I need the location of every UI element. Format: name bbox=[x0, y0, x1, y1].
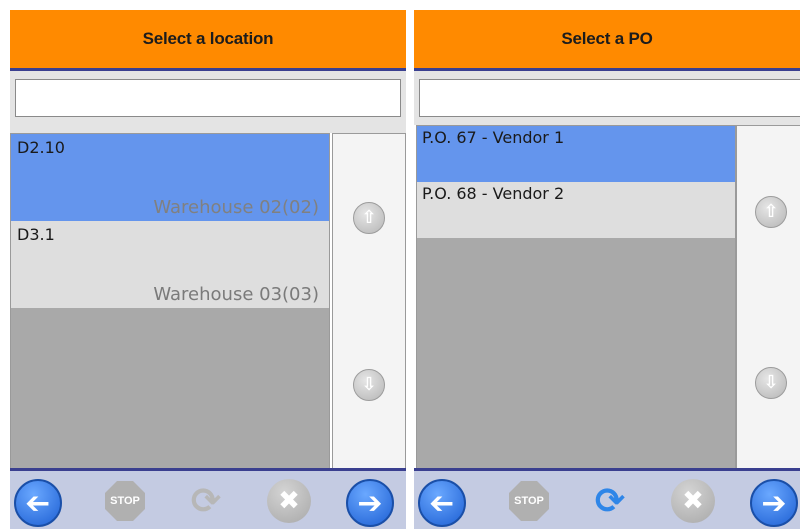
arrow-left-icon: ➔ bbox=[429, 485, 455, 521]
po-panel-header: Select a PO bbox=[414, 10, 800, 71]
po-label: P.O. 67 - Vendor 1 bbox=[422, 128, 565, 147]
stop-button[interactable]: STOP bbox=[103, 479, 147, 523]
arrow-right-icon: ➔ bbox=[357, 485, 383, 521]
po-item[interactable]: P.O. 67 - Vendor 1 bbox=[417, 126, 735, 182]
location-warehouse: Warehouse 03(03) bbox=[153, 284, 319, 305]
po-list[interactable]: P.O. 67 - Vendor 1 P.O. 68 - Vendor 2 bbox=[416, 125, 736, 469]
stop-icon: STOP bbox=[105, 481, 145, 521]
location-panel-header: Select a location bbox=[10, 10, 406, 71]
location-panel-title: Select a location bbox=[142, 29, 274, 48]
cancel-button[interactable]: ✖ bbox=[671, 479, 715, 523]
stop-label: STOP bbox=[110, 495, 140, 507]
close-icon: ✖ bbox=[682, 486, 704, 516]
arrow-down-icon: ⇩ bbox=[755, 366, 787, 399]
arrow-right-icon: ➔ bbox=[761, 485, 787, 521]
location-warehouse: Warehouse 02(02) bbox=[153, 197, 319, 218]
arrow-up-icon: ⇧ bbox=[353, 201, 385, 234]
refresh-button[interactable]: ⟳ bbox=[588, 479, 632, 523]
close-icon: ✖ bbox=[278, 486, 300, 516]
arrow-left-icon: ➔ bbox=[25, 485, 51, 521]
po-panel: Select a PO P.O. 67 - Vendor 1 P.O. 68 -… bbox=[414, 10, 800, 529]
location-code: D3.1 bbox=[17, 225, 55, 244]
stop-icon: STOP bbox=[509, 481, 549, 521]
location-search-bar bbox=[10, 71, 406, 133]
po-search-input[interactable] bbox=[419, 79, 800, 117]
location-item[interactable]: D2.10 Warehouse 02(02) bbox=[11, 134, 329, 221]
scroll-down-button[interactable]: ⇩ bbox=[737, 297, 800, 468]
po-label: P.O. 68 - Vendor 2 bbox=[422, 184, 565, 203]
location-item[interactable]: D3.1 Warehouse 03(03) bbox=[11, 221, 329, 308]
po-item[interactable]: P.O. 68 - Vendor 2 bbox=[417, 182, 735, 238]
po-scroll-controls: ⇧ ⇩ bbox=[736, 125, 800, 469]
back-button[interactable]: ➔ bbox=[14, 479, 62, 527]
forward-button[interactable]: ➔ bbox=[750, 479, 798, 527]
location-code: D2.10 bbox=[17, 138, 65, 157]
location-scroll-controls: ⇧ ⇩ bbox=[332, 133, 406, 469]
po-panel-title: Select a PO bbox=[561, 29, 653, 48]
cancel-button[interactable]: ✖ bbox=[267, 479, 311, 523]
back-button[interactable]: ➔ bbox=[418, 479, 466, 527]
refresh-icon: ⟳ bbox=[594, 480, 626, 522]
refresh-icon: ⟳ bbox=[190, 480, 222, 522]
stop-button[interactable]: STOP bbox=[507, 479, 551, 523]
po-search-bar bbox=[414, 71, 800, 125]
scroll-up-button[interactable]: ⇧ bbox=[737, 126, 800, 299]
location-list[interactable]: D2.10 Warehouse 02(02) D3.1 Warehouse 03… bbox=[10, 133, 330, 469]
po-toolbar: ➔ STOP ⟳ ✖ ➔ bbox=[414, 468, 800, 529]
location-toolbar: ➔ STOP ⟳ ✖ ➔ bbox=[10, 468, 406, 529]
stop-label: STOP bbox=[514, 495, 544, 507]
refresh-button[interactable]: ⟳ bbox=[184, 479, 228, 523]
scroll-up-button[interactable]: ⇧ bbox=[333, 134, 405, 303]
location-search-input[interactable] bbox=[15, 79, 401, 117]
arrow-up-icon: ⇧ bbox=[755, 195, 787, 228]
forward-button[interactable]: ➔ bbox=[346, 479, 394, 527]
scroll-down-button[interactable]: ⇩ bbox=[333, 301, 405, 468]
arrow-down-icon: ⇩ bbox=[353, 368, 385, 401]
location-panel: Select a location D2.10 Warehouse 02(02)… bbox=[10, 10, 406, 529]
